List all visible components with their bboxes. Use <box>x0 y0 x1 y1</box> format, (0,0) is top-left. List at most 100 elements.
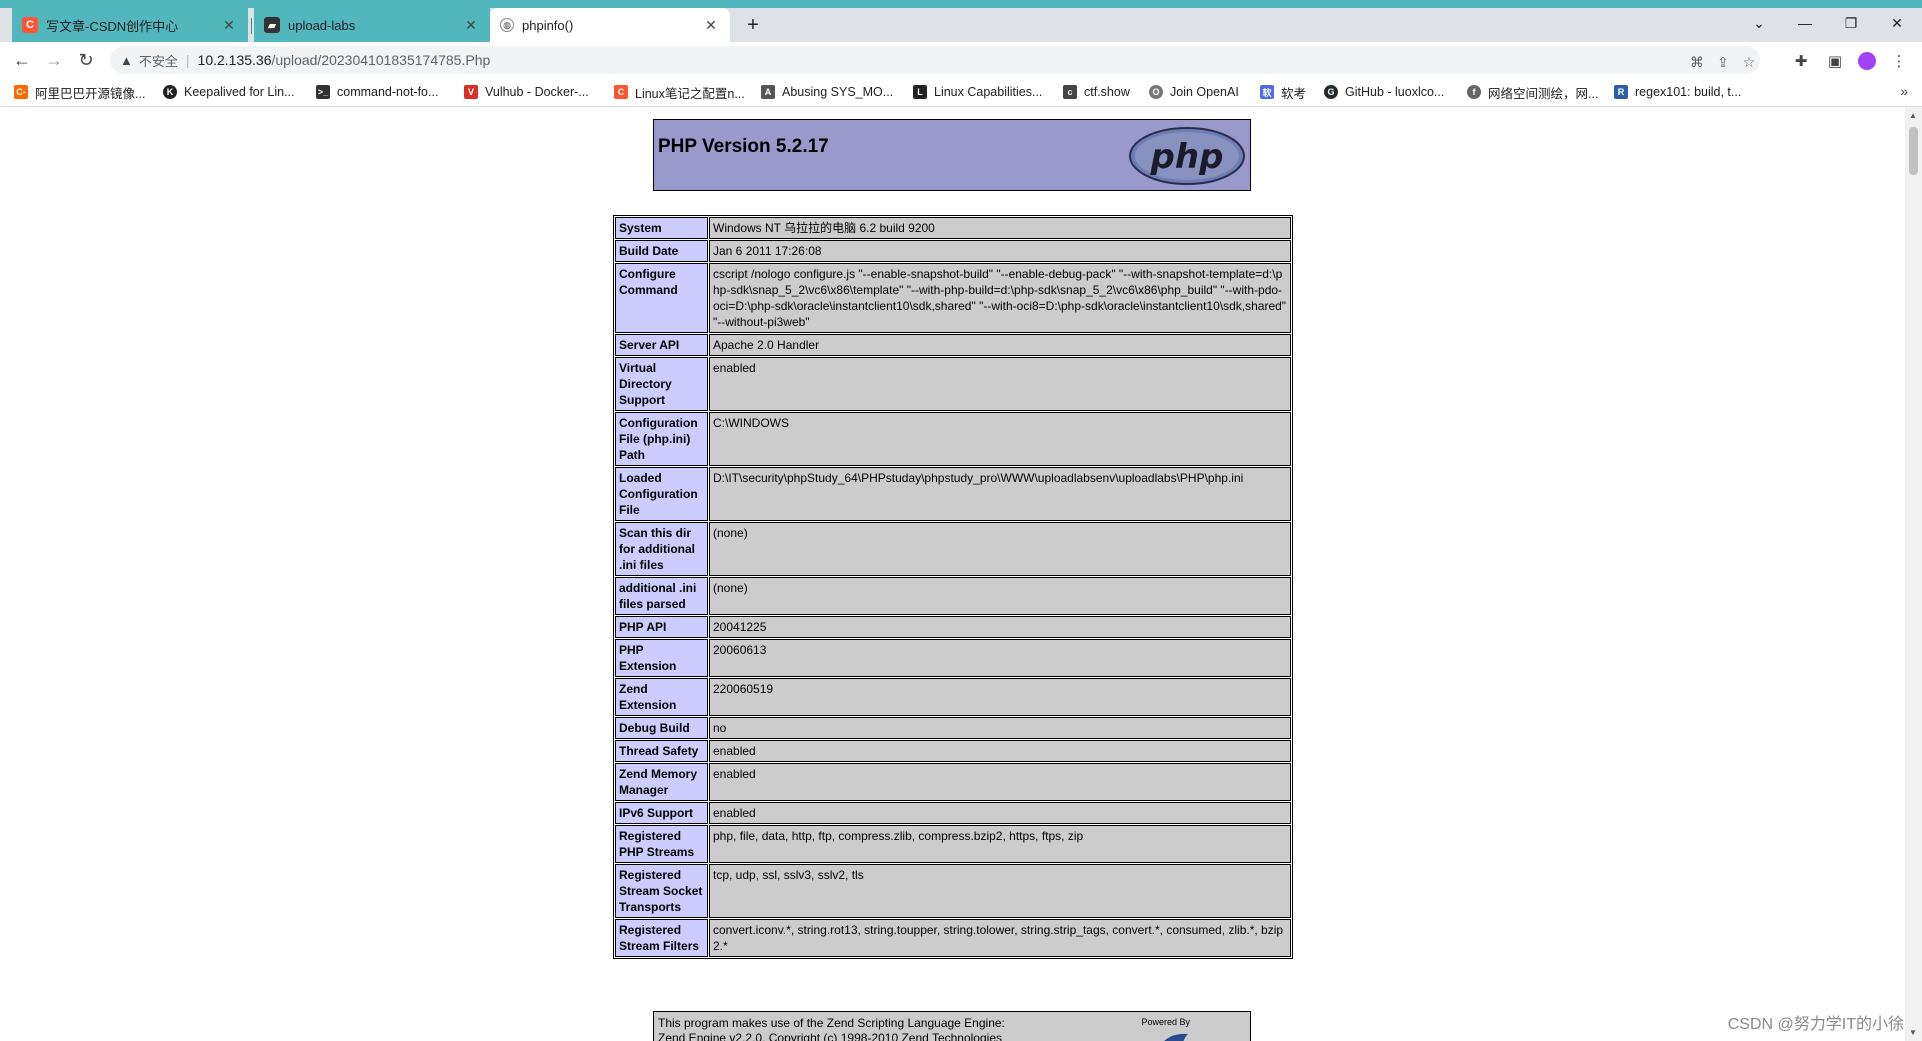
scrollbar-thumb[interactable] <box>1909 127 1918 175</box>
row-label: PHP API <box>615 616 708 638</box>
bookmark-item[interactable]: L Linux Capabilities... <box>913 83 1042 101</box>
row-value: Jan 6 2011 17:26:08 <box>709 240 1291 262</box>
tab-strip: C 写文章-CSDN创作中心 ✕ ▰ upload-labs ✕ ◍ phpin… <box>0 0 1922 42</box>
bookmark-item[interactable]: f 网络空间测绘，网... <box>1467 83 1598 101</box>
tab-search-chevron-icon[interactable]: ⌄ <box>1736 8 1782 38</box>
row-label: System <box>615 217 708 239</box>
phpinfo-table: System Windows NT 乌拉拉的电脑 6.2 build 9200 Bu… <box>613 215 1293 959</box>
translate-icon[interactable]: ⌘ <box>1688 53 1706 71</box>
folder-icon: ▰ <box>264 17 280 33</box>
page-scrollbar[interactable]: ▲ ▼ <box>1905 107 1922 1041</box>
row-value: php, file, data, http, ftp, compress.zli… <box>709 825 1291 863</box>
menu-icon[interactable]: ⋮ <box>1888 50 1910 72</box>
bookmark-item[interactable]: A Abusing SYS_MO... <box>761 83 893 101</box>
bookmarks-overflow-icon[interactable]: » <box>1900 83 1908 99</box>
new-tab-button[interactable]: + <box>740 12 766 38</box>
bookmark-item[interactable]: 软软考 <box>1260 83 1306 101</box>
close-icon[interactable]: ✕ <box>220 16 238 34</box>
bookmark-icon: 软 <box>1260 85 1274 99</box>
bookmark-item[interactable]: Rregex101: build, t... <box>1614 83 1741 101</box>
row-value: (none) <box>709 522 1291 576</box>
share-icon[interactable]: ⇪ <box>1714 53 1732 71</box>
row-value: Apache 2.0 Handler <box>709 334 1291 356</box>
warning-icon[interactable]: ▲ <box>120 53 133 68</box>
browser-toolbar: ← → ↻ ▲ 不安全 | 10.2.135.36 /upload/202304… <box>0 42 1922 78</box>
row-label: Configuration File (php.ini) Path <box>615 412 708 466</box>
reload-button[interactable]: ↻ <box>72 46 100 74</box>
globe-icon: ◍ <box>500 18 514 32</box>
row-value: enabled <box>709 763 1291 801</box>
row-value: Windows NT 乌拉拉的电脑 6.2 build 9200 <box>709 217 1291 239</box>
bookmark-icon: O <box>1149 85 1163 99</box>
bookmark-label: Join OpenAI <box>1170 85 1239 99</box>
bookmark-star-icon[interactable]: ☆ <box>1740 53 1758 71</box>
phpinfo-row: Virtual Directory Support enabled <box>615 357 1291 411</box>
php-version-header: PHP Version 5.2.17 php <box>653 119 1251 191</box>
tab-strip-accent <box>0 0 1922 8</box>
bookmark-label: 网络空间测绘，网... <box>1488 86 1599 101</box>
row-label: Registered Stream Filters <box>615 919 708 957</box>
tab-upload-labs[interactable]: ▰ upload-labs ✕ <box>254 8 490 42</box>
close-icon[interactable]: ✕ <box>462 16 480 34</box>
security-label[interactable]: 不安全 <box>139 51 178 70</box>
row-value: 20060613 <box>709 639 1291 677</box>
bookmark-item[interactable]: K Keepalived for Lin... <box>163 83 295 101</box>
address-bar[interactable]: ▲ 不安全 | 10.2.135.36 /upload/202304101835… <box>110 46 1760 74</box>
close-icon[interactable]: ✕ <box>702 16 720 34</box>
tab-title: 写文章-CSDN创作中心 <box>46 18 179 34</box>
restore-button[interactable]: ❐ <box>1828 8 1874 38</box>
bookmark-label: Vulhub - Docker-... <box>485 85 589 99</box>
row-value: enabled <box>709 740 1291 762</box>
github-icon: G <box>1324 85 1338 99</box>
forward-button[interactable]: → <box>40 46 68 74</box>
minimize-button[interactable]: — <box>1782 8 1828 38</box>
row-label: Zend Extension <box>615 678 708 716</box>
bookmark-icon: A <box>761 85 775 99</box>
bookmark-icon: C- <box>14 85 28 99</box>
tab-title: upload-labs <box>288 17 356 33</box>
phpinfo-row: PHP Extension 20060613 <box>615 639 1291 677</box>
row-value: 220060519 <box>709 678 1291 716</box>
scroll-down-icon[interactable]: ▼ <box>1909 1028 1917 1037</box>
row-value: (none) <box>709 577 1291 615</box>
bookmark-label: command-not-fo... <box>337 85 439 99</box>
bookmark-item[interactable]: C Linux笔记之配置n... <box>614 83 745 101</box>
extensions-icon[interactable]: ✚ <box>1790 50 1812 72</box>
bookmark-label: Abusing SYS_MO... <box>782 85 894 99</box>
row-value: C:\WINDOWS <box>709 412 1291 466</box>
bookmark-item[interactable]: V Vulhub - Docker-... <box>464 83 589 101</box>
zend-logo-icon <box>1164 1033 1188 1041</box>
row-value: 20041225 <box>709 616 1291 638</box>
bookmark-item[interactable]: C- 阿里巴巴开源镜像... <box>14 83 145 101</box>
bookmarks-bar: C- 阿里巴巴开源镜像... K Keepalived for Lin... >_ c… <box>0 78 1922 107</box>
row-label: Server API <box>615 334 708 356</box>
bookmark-item[interactable]: c ctf.show <box>1063 83 1130 101</box>
phpinfo-row: IPv6 Support enabled <box>615 802 1291 824</box>
close-window-button[interactable]: ✕ <box>1874 8 1920 38</box>
side-panel-icon[interactable]: ▣ <box>1824 50 1846 72</box>
row-value: cscript /nologo configure.js "--enable-s… <box>709 263 1291 333</box>
phpinfo-row: Configuration File (php.ini) Path C:\WIND… <box>615 412 1291 466</box>
bookmark-label: Linux笔记之配置n... <box>635 86 745 101</box>
bookmark-label: ctf.show <box>1084 85 1130 99</box>
phpinfo-row: additional .ini files parsed (none) <box>615 577 1291 615</box>
profile-avatar[interactable] <box>1856 50 1878 72</box>
bookmark-item[interactable]: O Join OpenAI <box>1149 83 1239 101</box>
bookmark-icon: L <box>913 85 927 99</box>
csdn-icon: C <box>22 17 38 33</box>
php-version-title: PHP Version 5.2.17 <box>658 136 829 157</box>
row-value: no <box>709 717 1291 739</box>
bookmark-label: regex101: build, t... <box>1635 85 1742 99</box>
tab-phpinfo[interactable]: ◍ phpinfo() ✕ <box>490 8 730 42</box>
tab-csdn[interactable]: C 写文章-CSDN创作中心 ✕ <box>12 8 248 42</box>
php-logo-icon: php <box>1129 127 1245 185</box>
row-label: IPv6 Support <box>615 802 708 824</box>
row-label: Virtual Directory Support <box>615 357 708 411</box>
back-button[interactable]: ← <box>8 46 36 74</box>
scroll-up-icon[interactable]: ▲ <box>1909 111 1917 120</box>
bookmark-item[interactable]: >_ command-not-fo... <box>316 83 438 101</box>
csdn-watermark: CSDN @努力学IT的小徐 <box>1727 1016 1904 1033</box>
bookmark-item[interactable]: G GitHub - luoxlco... <box>1324 83 1444 101</box>
row-label: PHP Extension <box>615 639 708 677</box>
zend-notice: This program makes use of the Zend Scrip… <box>658 1016 1005 1030</box>
